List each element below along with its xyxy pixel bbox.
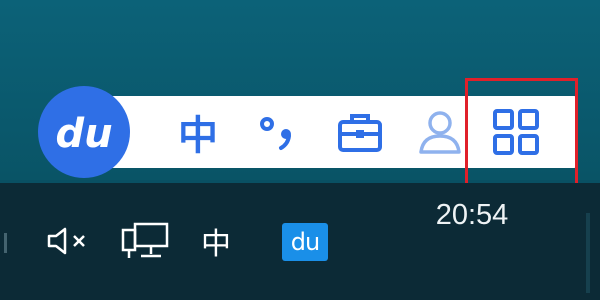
- clock-time[interactable]: 20:54: [414, 199, 530, 232]
- toolbox-icon: [338, 114, 382, 152]
- taskbar: 20:54 中 du: [0, 183, 600, 300]
- speaker-muted-icon: [47, 227, 85, 255]
- network-icon: [121, 222, 169, 258]
- taskbar-overflow-edge: [4, 233, 7, 253]
- volume-button[interactable]: [44, 223, 92, 259]
- toolbox-button[interactable]: [330, 96, 390, 168]
- du-logo-text: du: [55, 111, 112, 157]
- punctuation-button[interactable]: [248, 96, 308, 168]
- language-mode-label: 中: [178, 113, 218, 159]
- ime-tray-label: du: [290, 228, 320, 256]
- language-indicator[interactable]: 中: [194, 221, 238, 262]
- highlight-box: [465, 78, 578, 196]
- ime-tray-icon[interactable]: du: [282, 223, 328, 261]
- du-logo-icon[interactable]: du: [38, 86, 130, 178]
- taskbar-right-edge: [586, 213, 590, 293]
- user-button[interactable]: [410, 96, 470, 168]
- language-mode-button[interactable]: 中: [168, 96, 228, 168]
- punctuation-icon: [260, 117, 291, 150]
- du-logo-glyph: du: [55, 111, 112, 157]
- network-button[interactable]: [118, 221, 172, 261]
- screen: du 中 20:54 中 du: [0, 0, 600, 300]
- user-icon: [419, 111, 461, 154]
